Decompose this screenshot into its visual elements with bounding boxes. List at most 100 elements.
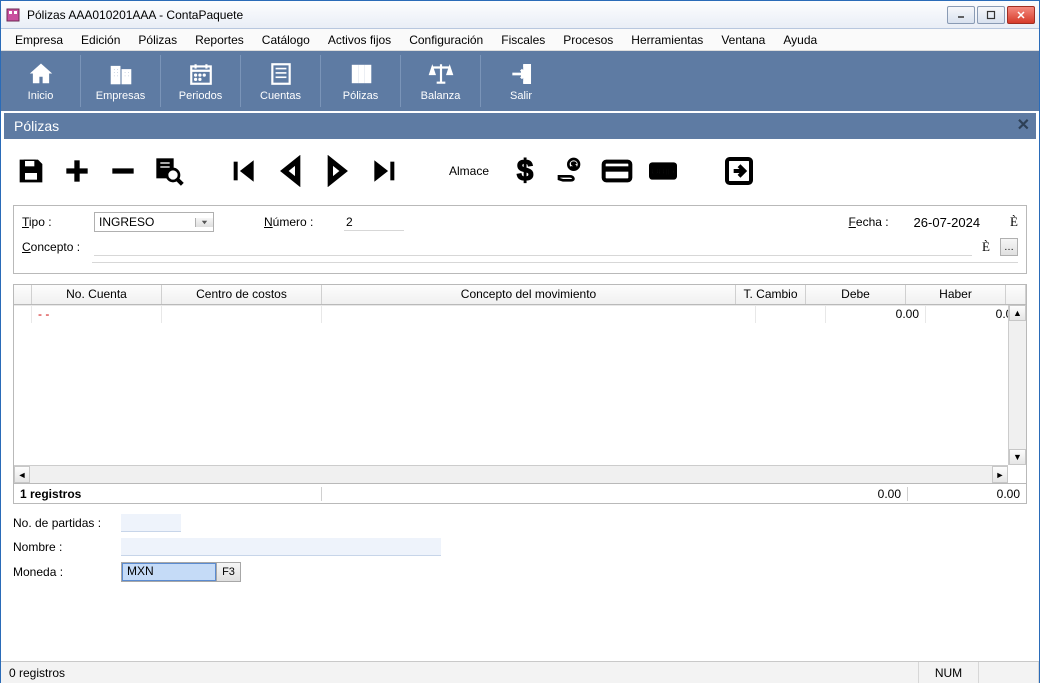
scales-icon [428,60,454,88]
toolbar-periodos-label: Periodos [179,90,222,102]
toolbar-balanza[interactable]: Balanza [401,55,481,107]
content-area: Almace $ $ UUID Tipo : INGRESO Número : … [7,141,1033,681]
menu-ventana[interactable]: Ventana [713,31,773,49]
svg-text:$: $ [517,155,533,187]
menu-fiscales[interactable]: Fiscales [493,31,553,49]
hand-money-icon[interactable]: $ [553,153,589,189]
menu-activos-fijos[interactable]: Activos fijos [320,31,399,49]
app-icon [5,7,21,23]
moneda-f3-button[interactable]: F3 [216,563,240,581]
table-row[interactable]: - - 0.00 0.00 [14,305,1026,323]
close-button[interactable] [1007,6,1035,24]
concepto-browse-button[interactable]: … [1000,238,1018,256]
vertical-scrollbar[interactable]: ▲ ▼ [1008,305,1026,465]
cell-concepto[interactable] [322,306,756,323]
toolbar-salir-label: Salir [510,90,532,102]
toolbar-empresas[interactable]: Empresas [81,55,161,107]
summary-haber: 0.00 [908,487,1026,501]
toolbar-cuentas-label: Cuentas [260,90,301,102]
tipo-label: Tipo : [22,215,84,229]
menu-reportes[interactable]: Reportes [187,31,252,49]
menubar: Empresa Edición Pólizas Reportes Catálog… [1,29,1039,51]
scroll-up-icon[interactable]: ▲ [1009,305,1026,321]
record-toolbar: Almace $ $ UUID [7,141,1033,201]
menu-empresa[interactable]: Empresa [7,31,71,49]
dollar-icon[interactable]: $ [507,153,543,189]
exit-icon [508,60,534,88]
scroll-left-icon[interactable]: ◄ [14,466,30,483]
panel-close-icon[interactable]: ✕ [1017,115,1030,135]
menu-edicion[interactable]: Edición [73,31,128,49]
concepto-glyph[interactable]: È [982,239,990,255]
tipo-combo[interactable]: INGRESO [94,212,214,232]
th-concepto[interactable]: Concepto del movimiento [322,285,736,304]
remove-icon[interactable] [105,153,141,189]
concepto-input[interactable] [94,238,972,256]
nombre-field[interactable] [121,538,441,556]
toolbar-polizas[interactable]: Pólizas [321,55,401,107]
numero-input[interactable] [344,213,404,231]
add-icon[interactable] [59,153,95,189]
chevron-down-icon[interactable] [195,218,213,227]
horizontal-scrollbar[interactable]: ◄ ► [14,465,1008,483]
table-summary: 1 registros 0.00 0.00 [13,484,1027,504]
nombre-label: Nombre : [13,540,113,554]
card-icon[interactable] [599,153,635,189]
menu-polizas[interactable]: Pólizas [130,31,185,49]
home-icon [28,60,54,88]
th-scroll [1006,285,1026,304]
almace-label: Almace [449,164,489,178]
th-haber[interactable]: Haber [906,285,1006,304]
fecha-glyph[interactable]: È [1010,214,1018,230]
toolbar-inicio[interactable]: Inicio [1,55,81,107]
table-body: - - 0.00 0.00 [14,305,1026,483]
maximize-button[interactable] [977,6,1005,24]
toolbar-polizas-label: Pólizas [343,90,378,102]
menu-configuracion[interactable]: Configuración [401,31,491,49]
toolbar-periodos[interactable]: Periodos [161,55,241,107]
menu-ayuda[interactable]: Ayuda [775,31,825,49]
toolbar-cuentas[interactable]: Cuentas [241,55,321,107]
th-cc[interactable]: Centro de costos [162,285,322,304]
summary-debe: 0.00 [808,487,908,501]
status-registers: 0 registros [1,662,919,683]
search-icon[interactable] [151,153,187,189]
cell-cuenta[interactable]: - - [32,306,162,323]
partidas-field[interactable] [121,514,181,532]
next-icon[interactable] [319,153,355,189]
svg-text:$: $ [571,160,577,170]
cell-debe[interactable]: 0.00 [826,306,926,323]
main-toolbar: Inicio Empresas Periodos Cuentas Pólizas… [1,51,1039,111]
toolbar-balanza-label: Balanza [421,90,461,102]
scroll-down-icon[interactable]: ▼ [1009,449,1026,465]
moneda-combo[interactable]: MXN F3 [121,562,241,582]
scroll-right-icon[interactable]: ► [992,466,1008,483]
buildings-icon [108,60,134,88]
th-debe[interactable]: Debe [806,285,906,304]
ledger-icon [268,60,294,88]
fecha-value[interactable]: 26-07-2024 [914,215,981,230]
import-icon[interactable] [721,153,757,189]
numero-label: Número : [264,215,334,229]
statusbar: 0 registros NUM [1,661,1039,683]
uuid-icon[interactable]: UUID [645,153,681,189]
menu-herramientas[interactable]: Herramientas [623,31,711,49]
last-icon[interactable] [365,153,401,189]
svg-text:UUID: UUID [652,167,675,177]
menu-catalogo[interactable]: Catálogo [254,31,318,49]
cell-cc[interactable] [162,306,322,323]
first-icon[interactable] [227,153,263,189]
titlebar: Pólizas AAA010201AAA - ContaPaquete [1,1,1039,29]
menu-procesos[interactable]: Procesos [555,31,621,49]
th-tc[interactable]: T. Cambio [736,285,806,304]
moneda-value: MXN [122,563,216,581]
toolbar-salir[interactable]: Salir [481,55,561,107]
books-icon [348,60,374,88]
th-cuenta[interactable]: No. Cuenta [32,285,162,304]
status-num: NUM [919,662,979,683]
prev-icon[interactable] [273,153,309,189]
minimize-button[interactable] [947,6,975,24]
cell-tc[interactable] [756,306,826,323]
summary-count: 1 registros [14,487,322,501]
save-icon[interactable] [13,153,49,189]
